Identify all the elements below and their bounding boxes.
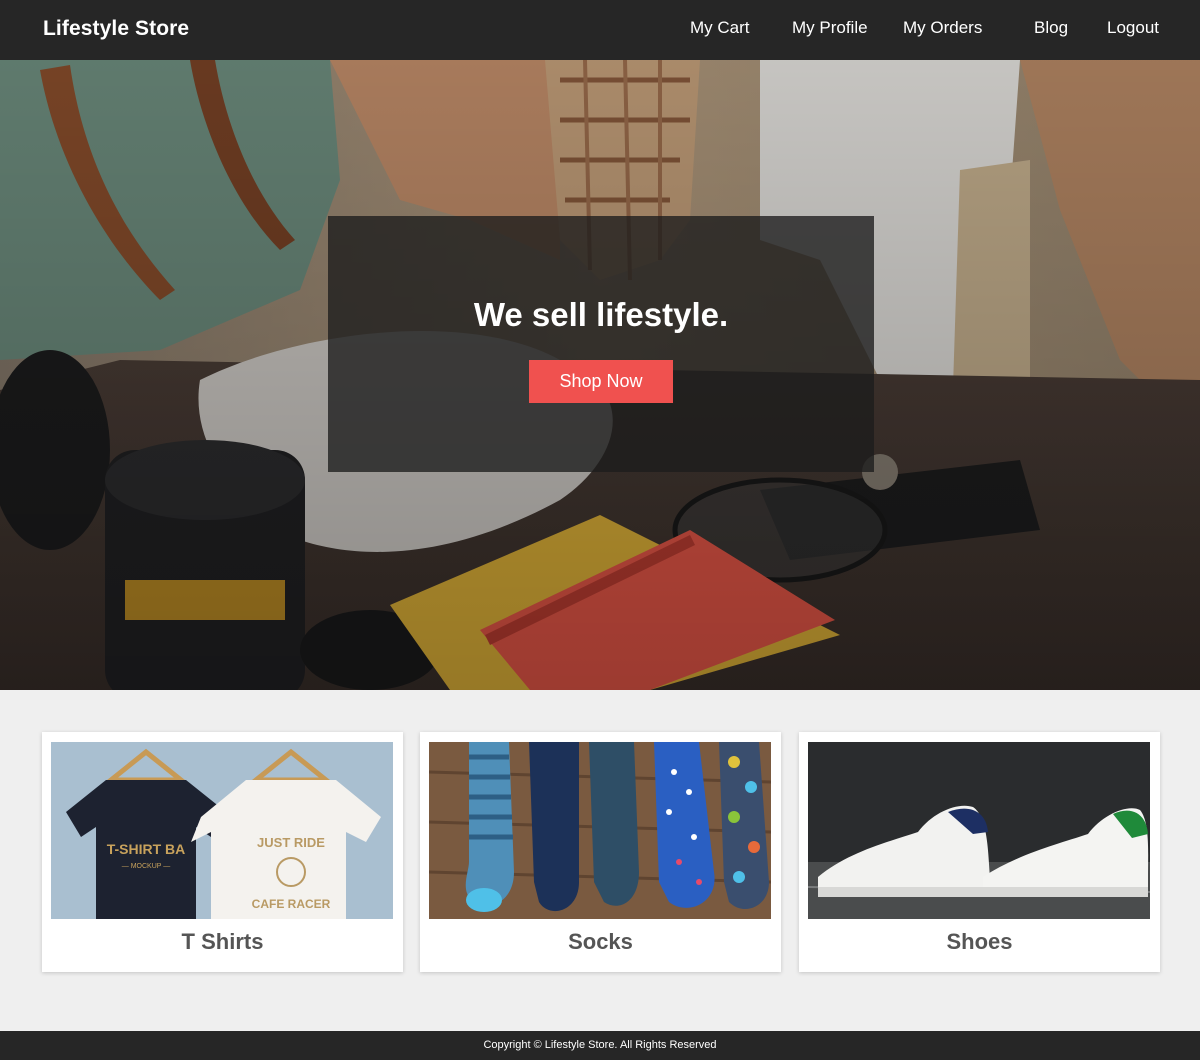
category-cards: T-SHIRT BA — MOCKUP — JUST RIDE CAFE RAC… <box>0 732 1200 972</box>
svg-text:— MOCKUP —: — MOCKUP — <box>122 863 171 870</box>
category-card-socks[interactable]: Socks <box>420 732 781 972</box>
navbar: Lifestyle Store My Cart My Profile My Or… <box>0 0 1200 60</box>
socks-image <box>429 742 771 919</box>
category-label: Socks <box>568 929 633 954</box>
footer: Copyright © Lifestyle Store. All Rights … <box>0 1031 1200 1060</box>
shop-now-button[interactable]: Shop Now <box>529 360 673 403</box>
nav-blog[interactable]: Blog <box>1034 18 1068 38</box>
svg-text:T-SHIRT BA: T-SHIRT BA <box>107 841 186 857</box>
hero-caption-box: We sell lifestyle. Shop Now <box>328 216 874 472</box>
nav-my-cart[interactable]: My Cart <box>690 18 750 38</box>
category-card-tshirts[interactable]: T-SHIRT BA — MOCKUP — JUST RIDE CAFE RAC… <box>42 732 403 972</box>
nav-links: My Cart My Profile My Orders Blog Logout <box>0 18 1200 42</box>
shoes-image <box>808 742 1150 919</box>
svg-text:JUST RIDE: JUST RIDE <box>257 835 325 850</box>
tshirts-image: T-SHIRT BA — MOCKUP — JUST RIDE CAFE RAC… <box>51 742 393 919</box>
nav-my-orders[interactable]: My Orders <box>903 18 982 38</box>
nav-my-profile[interactable]: My Profile <box>792 18 868 38</box>
category-label: T Shirts <box>181 929 264 954</box>
category-card-shoes[interactable]: Shoes <box>799 732 1160 972</box>
hero-banner: We sell lifestyle. Shop Now <box>0 60 1200 690</box>
svg-text:CAFE RACER: CAFE RACER <box>252 897 331 911</box>
footer-copyright: Copyright © Lifestyle Store. All Rights … <box>483 1039 717 1051</box>
category-label: Shoes <box>946 929 1013 954</box>
hero-title: We sell lifestyle. <box>473 296 729 333</box>
nav-logout[interactable]: Logout <box>1107 18 1159 38</box>
